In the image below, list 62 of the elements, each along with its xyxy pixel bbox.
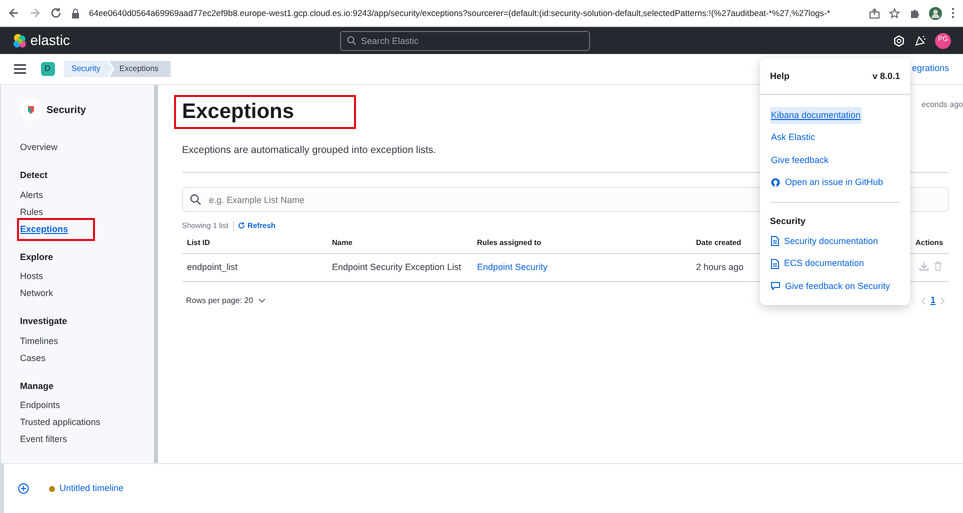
add-circle-icon[interactable]	[18, 483, 29, 494]
sidebar-heading: Investigate	[20, 315, 68, 328]
help-link[interactable]: ECS documentation	[770, 255, 866, 272]
lock-icon	[71, 8, 80, 18]
space-avatar[interactable]: D	[40, 62, 54, 76]
integrations-link[interactable]: egrations	[912, 62, 949, 76]
security-logo-icon[interactable]	[20, 99, 42, 121]
page-title: Exceptions	[174, 95, 356, 129]
sidebar-item[interactable]: Timelines	[20, 332, 154, 350]
sidebar-title: Security	[46, 104, 86, 118]
kebab-menu-icon[interactable]	[951, 7, 955, 19]
search-field[interactable]: Search Elastic	[340, 30, 590, 50]
help-link[interactable]: Give feedback	[770, 152, 830, 169]
sidebar-item[interactable]: Event filters	[20, 431, 154, 448]
share-icon[interactable]	[869, 8, 880, 18]
help-link[interactable]: Ask Elastic	[770, 129, 816, 146]
help-link[interactable]: Security documentation	[770, 232, 880, 250]
url-text[interactable]: 64ee0640d0564a69969aad77ec2ef9b8.europe-west1.gcp.cloud.es.io:9243/app/security/exceptions?sourcerer=(default:(id:security-solution-default,selectedPatterns:!(%27auditbeat-*%27,%27logs-*	[89, 6, 860, 20]
elastic-logo-icon[interactable]	[12, 32, 28, 48]
reload-icon[interactable]	[50, 7, 62, 19]
updated-text: econds ago	[922, 99, 963, 111]
document-icon	[771, 236, 779, 246]
sidebar-item[interactable]: Exceptions	[20, 220, 92, 238]
back-icon[interactable]	[8, 7, 20, 19]
sidebar-heading: Detect	[20, 169, 49, 182]
menu-icon[interactable]	[14, 64, 26, 74]
sidebar-item[interactable]: Hosts	[20, 268, 154, 285]
sidebar-heading: Explore	[20, 250, 54, 264]
brand-name[interactable]: elastic	[30, 30, 70, 51]
sidebar-item[interactable]: Rules	[20, 204, 154, 220]
page-description: Exceptions are automatically grouped into exception lists.	[181, 144, 438, 158]
chat-icon	[771, 282, 780, 290]
help-link[interactable]: Kibana documentation	[770, 106, 862, 124]
timeline-link[interactable]: Untitled timeline	[60, 482, 124, 496]
search-icon	[346, 36, 356, 45]
help-icon[interactable]	[893, 34, 905, 46]
page-number[interactable]: 1	[930, 294, 936, 308]
search-icon	[190, 194, 201, 205]
newsfeed-icon[interactable]	[914, 34, 926, 46]
rules-link[interactable]: Endpoint Security	[477, 262, 548, 272]
popover-title: Help	[770, 70, 790, 83]
breadcrumb[interactable]: Security	[64, 61, 112, 77]
chevron-down-icon	[258, 298, 266, 304]
sidebar-heading: Manage	[20, 380, 55, 393]
rows-per-page-button[interactable]: Rows per page: 20	[186, 294, 266, 307]
star-icon[interactable]	[889, 8, 900, 18]
table-cell: endpoint_list	[182, 254, 327, 282]
sidebar-item[interactable]: Network	[20, 285, 154, 302]
github-icon	[771, 178, 780, 188]
sidebar-item[interactable]: Endpoints	[20, 397, 154, 414]
sidebar-item[interactable]: Overview	[20, 139, 154, 156]
breadcrumb[interactable]: Exceptions	[109, 61, 171, 77]
sidebar-item[interactable]: Cases	[20, 350, 154, 366]
table-cell: Endpoint Security Exception List	[327, 254, 472, 282]
document-icon	[771, 258, 779, 269]
profile-icon[interactable]	[929, 6, 942, 20]
sidebar-item[interactable]: Alerts	[20, 186, 154, 204]
refresh-icon	[238, 222, 246, 230]
sidebar-item[interactable]: Trusted applications	[20, 414, 154, 431]
puzzle-icon[interactable]	[909, 8, 920, 18]
section-heading: Security	[770, 214, 807, 228]
version-text: v 8.0.1	[872, 70, 900, 83]
